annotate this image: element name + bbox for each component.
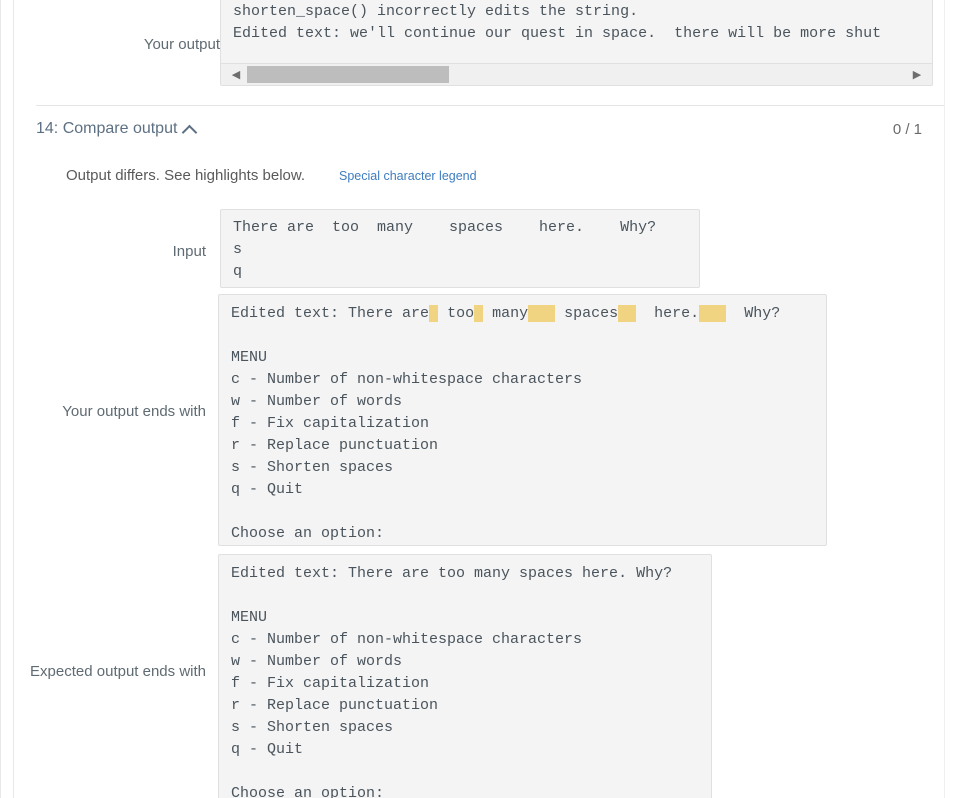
- output-text-segment: spaces: [555, 305, 619, 322]
- chevron-up-icon[interactable]: [182, 124, 198, 140]
- diff-highlighted-line: Edited text: There are too many spaces h…: [231, 305, 780, 322]
- extra-space-highlight: [618, 305, 637, 322]
- your-output-ends-with-box: Edited text: There are too many spaces h…: [218, 294, 827, 546]
- extra-space-highlight: [474, 305, 484, 322]
- your-output-text: shorten_space() incorrectly edits the st…: [233, 3, 882, 42]
- expected-output-ends-with-box: Edited text: There are too many spaces h…: [218, 554, 712, 798]
- compare-output-header: 14: Compare output 0 / 1: [36, 120, 944, 144]
- input-text: There are too many spaces here. Why? s q: [233, 219, 657, 280]
- your-output-label: Your output: [143, 36, 220, 53]
- diff-message: Output differs. See highlights below.: [66, 167, 306, 184]
- score-badge: 0 / 1: [892, 121, 922, 138]
- page-title: 14: Compare output: [36, 120, 178, 137]
- your-output-ends-with-label: Your output ends with: [62, 403, 206, 420]
- extra-space-highlight: [699, 305, 727, 322]
- output-text-segment: Why?: [726, 305, 781, 322]
- output-text-segment: here.: [636, 305, 700, 322]
- expected-output-ends-with-label: Expected output ends with: [30, 663, 206, 680]
- output-text-segment: too: [438, 305, 475, 322]
- input-box: There are too many spaces here. Why? s q: [220, 209, 700, 288]
- your-output-box: shorten_space() incorrectly edits the st…: [220, 0, 933, 86]
- section-divider: [36, 105, 944, 106]
- output-text-segment: many: [483, 305, 529, 322]
- section-title-group[interactable]: 14: Compare output: [36, 120, 198, 140]
- compare-output-page: Your output shorten_space() incorrectly …: [0, 0, 970, 798]
- scrollbar-thumb[interactable]: [247, 66, 449, 83]
- extra-space-highlight: [429, 305, 439, 322]
- extra-space-highlight: [528, 305, 556, 322]
- scroll-left-arrow-icon[interactable]: ◀: [227, 64, 245, 85]
- input-label: Input: [172, 243, 206, 260]
- your-output-ends-with-text: Edited text: There are too many spaces h…: [231, 303, 780, 545]
- page-left-rule: [0, 0, 1, 798]
- content-right-rule: [944, 0, 945, 798]
- expected-output-ends-with-text: Edited text: There are too many spaces h…: [231, 565, 673, 798]
- your-output-horizontal-scrollbar[interactable]: ◀ ▶: [221, 63, 932, 85]
- output-text-segment: Edited text: There are: [231, 305, 430, 322]
- content-left-rule: [13, 0, 14, 798]
- scroll-right-arrow-icon[interactable]: ▶: [908, 64, 926, 85]
- your-output-row: Your output shorten_space() incorrectly …: [14, 0, 944, 105]
- your-output-ends-with-rest: MENU c - Number of non-whitespace charac…: [231, 349, 583, 542]
- special-character-legend-link[interactable]: Special character legend: [339, 169, 477, 183]
